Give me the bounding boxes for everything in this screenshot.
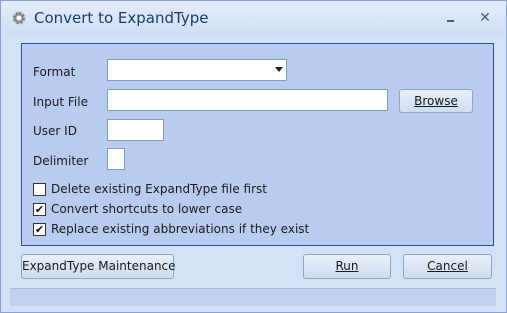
- delimiter-label: Delimiter: [33, 154, 89, 168]
- browse-button-label: Browse: [414, 94, 458, 108]
- convert-dialog: Convert to ExpandType ✕ Format Input Fil…: [0, 0, 507, 313]
- maintenance-button-label: ExpandType Maintenance: [22, 259, 176, 273]
- window-title: Convert to ExpandType: [34, 9, 209, 27]
- browse-button[interactable]: Browse: [399, 89, 473, 113]
- close-button[interactable]: ✕: [477, 11, 493, 25]
- title-bar[interactable]: Convert to ExpandType ✕: [1, 1, 506, 35]
- option-label: Delete existing ExpandType file first: [51, 182, 267, 196]
- delimiter-field[interactable]: [107, 148, 125, 170]
- user-id-field[interactable]: [107, 119, 164, 141]
- option-label: Convert shortcuts to lower case: [51, 202, 243, 216]
- status-strip: [10, 288, 496, 306]
- checkbox[interactable]: [33, 183, 46, 196]
- minimize-button[interactable]: [443, 11, 459, 25]
- run-button-label: Run: [335, 259, 359, 273]
- gear-icon: [12, 11, 26, 25]
- checkbox[interactable]: ✔: [33, 203, 46, 216]
- cancel-button-label: Cancel: [427, 259, 468, 273]
- format-label: Format: [33, 65, 76, 79]
- option-label: Replace existing abbreviations if they e…: [51, 222, 310, 236]
- run-button[interactable]: Run: [303, 254, 391, 279]
- chevron-down-icon: [275, 67, 283, 72]
- format-select[interactable]: [107, 59, 287, 81]
- maintenance-button[interactable]: ExpandType Maintenance: [21, 254, 176, 279]
- input-file-label: Input File: [33, 95, 88, 109]
- user-id-label: User ID: [33, 124, 77, 138]
- input-file-field[interactable]: [107, 89, 388, 111]
- checkbox[interactable]: ✔: [33, 223, 46, 236]
- cancel-button[interactable]: Cancel: [403, 254, 492, 279]
- options-panel: Format Input File Browse User ID Delimit…: [21, 43, 494, 246]
